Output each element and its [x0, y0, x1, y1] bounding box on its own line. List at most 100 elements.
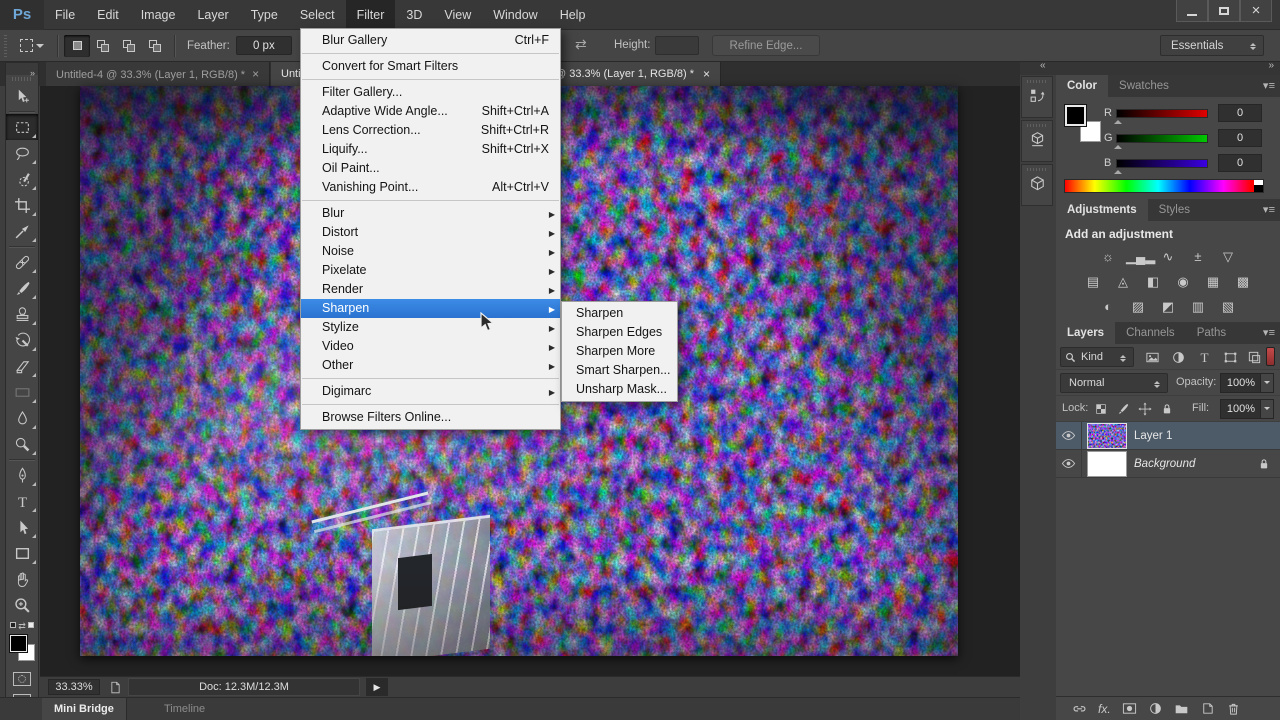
adjustment-vibrance-icon[interactable]: ▽	[1216, 247, 1240, 266]
filter-by-adjustment-icon[interactable]	[1168, 347, 1188, 367]
selection-add-button[interactable]	[90, 35, 116, 57]
quick-selection-tool[interactable]	[6, 166, 38, 192]
tab-paths[interactable]: Paths	[1186, 322, 1237, 344]
document-size-info[interactable]: Doc: 12.3M/12.3M	[128, 678, 360, 696]
lock-transparency-icon[interactable]	[1092, 400, 1110, 418]
toolbar-collapse-button[interactable]	[6, 63, 38, 75]
blend-mode-dropdown[interactable]: Normal	[1060, 373, 1168, 393]
color-spectrum-ramp[interactable]	[1064, 179, 1264, 193]
options-bar-grip[interactable]	[4, 34, 7, 57]
tab-timeline[interactable]: Timeline	[152, 698, 217, 720]
refine-edge-button[interactable]: Refine Edge...	[712, 35, 820, 56]
dodge-tool[interactable]	[6, 431, 38, 457]
zoom-level-field[interactable]: 33.33%	[48, 679, 100, 695]
filter-by-shape-icon[interactable]	[1220, 347, 1240, 367]
close-button[interactable]	[1240, 0, 1272, 22]
menu-item-sharpen[interactable]: Sharpen	[301, 299, 560, 318]
menu-item-pixelate[interactable]: Pixelate	[301, 261, 560, 280]
blue-slider[interactable]	[1114, 159, 1208, 174]
lock-all-icon[interactable]	[1158, 400, 1176, 418]
new-group-icon[interactable]	[1174, 701, 1189, 716]
default-colors-control[interactable]	[6, 618, 38, 632]
submenu-item-sharpen-edges[interactable]: Sharpen Edges	[562, 323, 677, 342]
gradient-tool[interactable]	[6, 379, 38, 405]
adjustment-gradient-map-icon[interactable]: ▥	[1186, 297, 1210, 316]
minimize-button[interactable]	[1176, 0, 1208, 22]
properties-panel-button[interactable]	[1021, 120, 1053, 162]
slider-knob-icon[interactable]	[1114, 166, 1122, 174]
menu-item-liquify[interactable]: Liquify... Shift+Ctrl+X	[301, 140, 560, 159]
menu-type[interactable]: Type	[240, 0, 289, 30]
status-menu-arrow-icon[interactable]	[366, 678, 388, 696]
adjustment-brightness-contrast-icon[interactable]: ☼	[1096, 247, 1120, 266]
submenu-item-unsharp-mask[interactable]: Unsharp Mask...	[562, 380, 677, 399]
layer-name[interactable]: Background	[1134, 458, 1195, 470]
layer-filter-kind-dropdown[interactable]: Kind	[1060, 347, 1134, 367]
menu-item-noise[interactable]: Noise	[301, 242, 560, 261]
selection-intersect-button[interactable]	[142, 35, 168, 57]
red-slider[interactable]	[1114, 109, 1208, 124]
eraser-tool[interactable]	[6, 353, 38, 379]
new-adjustment-layer-icon[interactable]	[1148, 701, 1163, 716]
panel-menu-icon[interactable]	[1263, 199, 1274, 221]
adjustment-channel-mixer-icon[interactable]: ▦	[1201, 272, 1225, 291]
link-layers-icon[interactable]	[1072, 701, 1087, 716]
feather-input[interactable]: 0 px	[235, 36, 292, 55]
menu-item-digimarc[interactable]: Digimarc	[301, 382, 560, 401]
red-value-field[interactable]: 0	[1218, 104, 1262, 122]
menu-layer[interactable]: Layer	[186, 0, 239, 30]
dropdown-arrow-icon[interactable]	[1260, 374, 1273, 392]
layer-row-background[interactable]: Background	[1056, 449, 1280, 478]
tab-layers[interactable]: Layers	[1056, 322, 1116, 344]
menu-item-render[interactable]: Render	[301, 280, 560, 299]
fill-field[interactable]: 100%	[1220, 399, 1274, 419]
rectangular-marquee-tool[interactable]	[6, 114, 38, 140]
menu-item-oil-paint[interactable]: Oil Paint...	[301, 159, 560, 178]
adjustment-photo-filter-icon[interactable]: ◉	[1171, 272, 1195, 291]
menu-item-adaptive-wide-angle[interactable]: Adaptive Wide Angle... Shift+Ctrl+A	[301, 102, 560, 121]
add-layer-mask-icon[interactable]	[1122, 701, 1137, 716]
submenu-item-sharpen-more[interactable]: Sharpen More	[562, 342, 677, 361]
filter-by-image-icon[interactable]	[1142, 347, 1162, 367]
menu-item-distort[interactable]: Distort	[301, 223, 560, 242]
spot-healing-brush-tool[interactable]	[6, 249, 38, 275]
maximize-button[interactable]	[1208, 0, 1240, 22]
lasso-tool[interactable]	[6, 140, 38, 166]
layer-visibility-toggle[interactable]	[1056, 449, 1082, 478]
move-tool[interactable]	[6, 83, 38, 109]
lock-position-icon[interactable]	[1136, 400, 1154, 418]
layer-visibility-toggle[interactable]	[1056, 421, 1082, 450]
height-input[interactable]	[655, 36, 699, 55]
slider-knob-icon[interactable]	[1114, 141, 1122, 149]
history-panel-button[interactable]	[1021, 76, 1053, 118]
selection-subtract-button[interactable]	[116, 35, 142, 57]
adjustment-curves-icon[interactable]: ∿	[1156, 247, 1180, 266]
hand-tool[interactable]	[6, 566, 38, 592]
menu-item-other[interactable]: Other	[301, 356, 560, 375]
adjustment-exposure-icon[interactable]: ±	[1186, 247, 1210, 266]
submenu-item-sharpen[interactable]: Sharpen	[562, 304, 677, 323]
crop-tool[interactable]	[6, 192, 38, 218]
menu-item-video[interactable]: Video	[301, 337, 560, 356]
path-selection-tool[interactable]	[6, 514, 38, 540]
layer-name[interactable]: Layer 1	[1134, 430, 1172, 442]
panel-menu-icon[interactable]	[1263, 75, 1274, 97]
opacity-field[interactable]: 100%	[1220, 373, 1274, 393]
menu-filter[interactable]: Filter	[345, 0, 396, 30]
adjustment-threshold-icon[interactable]: ◩	[1156, 297, 1180, 316]
adjustment-posterize-icon[interactable]: ▨	[1126, 297, 1150, 316]
panel-menu-icon[interactable]	[1263, 322, 1274, 344]
layer-thumbnail[interactable]	[1087, 422, 1127, 449]
adjustment-levels-icon[interactable]: ▁▄▂	[1126, 247, 1155, 266]
layer-row-layer-1[interactable]: Layer 1	[1056, 421, 1280, 450]
menu-item-lens-correction[interactable]: Lens Correction... Shift+Ctrl+R	[301, 121, 560, 140]
menu-select[interactable]: Select	[289, 0, 346, 30]
adjustment-selective-color-icon[interactable]: ▧	[1216, 297, 1240, 316]
menu-window[interactable]: Window	[482, 0, 548, 30]
quick-mask-button[interactable]	[6, 668, 38, 690]
menu-item-filter-gallery[interactable]: Filter Gallery...	[301, 83, 560, 102]
submenu-item-smart-sharpen[interactable]: Smart Sharpen...	[562, 361, 677, 380]
tab-mini-bridge[interactable]: Mini Bridge	[42, 698, 127, 720]
menu-file[interactable]: File	[44, 0, 86, 30]
green-slider[interactable]	[1114, 134, 1208, 149]
